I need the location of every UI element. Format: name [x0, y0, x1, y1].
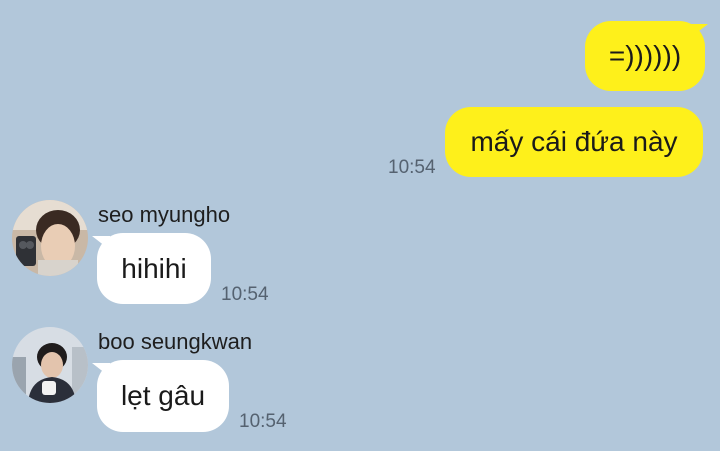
message-text: lẹt gâu [120, 380, 206, 411]
message-timestamp: 10:54 [239, 411, 287, 432]
outgoing-message-bubble[interactable]: =)))))) [585, 21, 705, 91]
chat-room: =)))))) 10:54 mấy cái đứa này seo myungh… [0, 0, 720, 451]
profile-photo-icon [12, 200, 88, 276]
message-text: mấy cái đứa này [470, 126, 678, 157]
profile-photo-icon [12, 327, 88, 403]
incoming-message-bubble[interactable]: hihihi [97, 233, 211, 304]
incoming-message-bubble[interactable]: lẹt gâu [97, 360, 229, 432]
outgoing-message-bubble[interactable]: mấy cái đứa này [445, 107, 703, 177]
message-timestamp: 10:54 [388, 157, 436, 178]
sender-name: boo seungkwan [98, 329, 253, 354]
sender-name: seo myungho [98, 202, 231, 227]
message-timestamp: 10:54 [221, 284, 269, 305]
message-text: hihihi [121, 252, 187, 284]
message-text: =)))))) [608, 40, 682, 71]
avatar[interactable] [12, 200, 88, 276]
avatar[interactable] [12, 327, 88, 403]
